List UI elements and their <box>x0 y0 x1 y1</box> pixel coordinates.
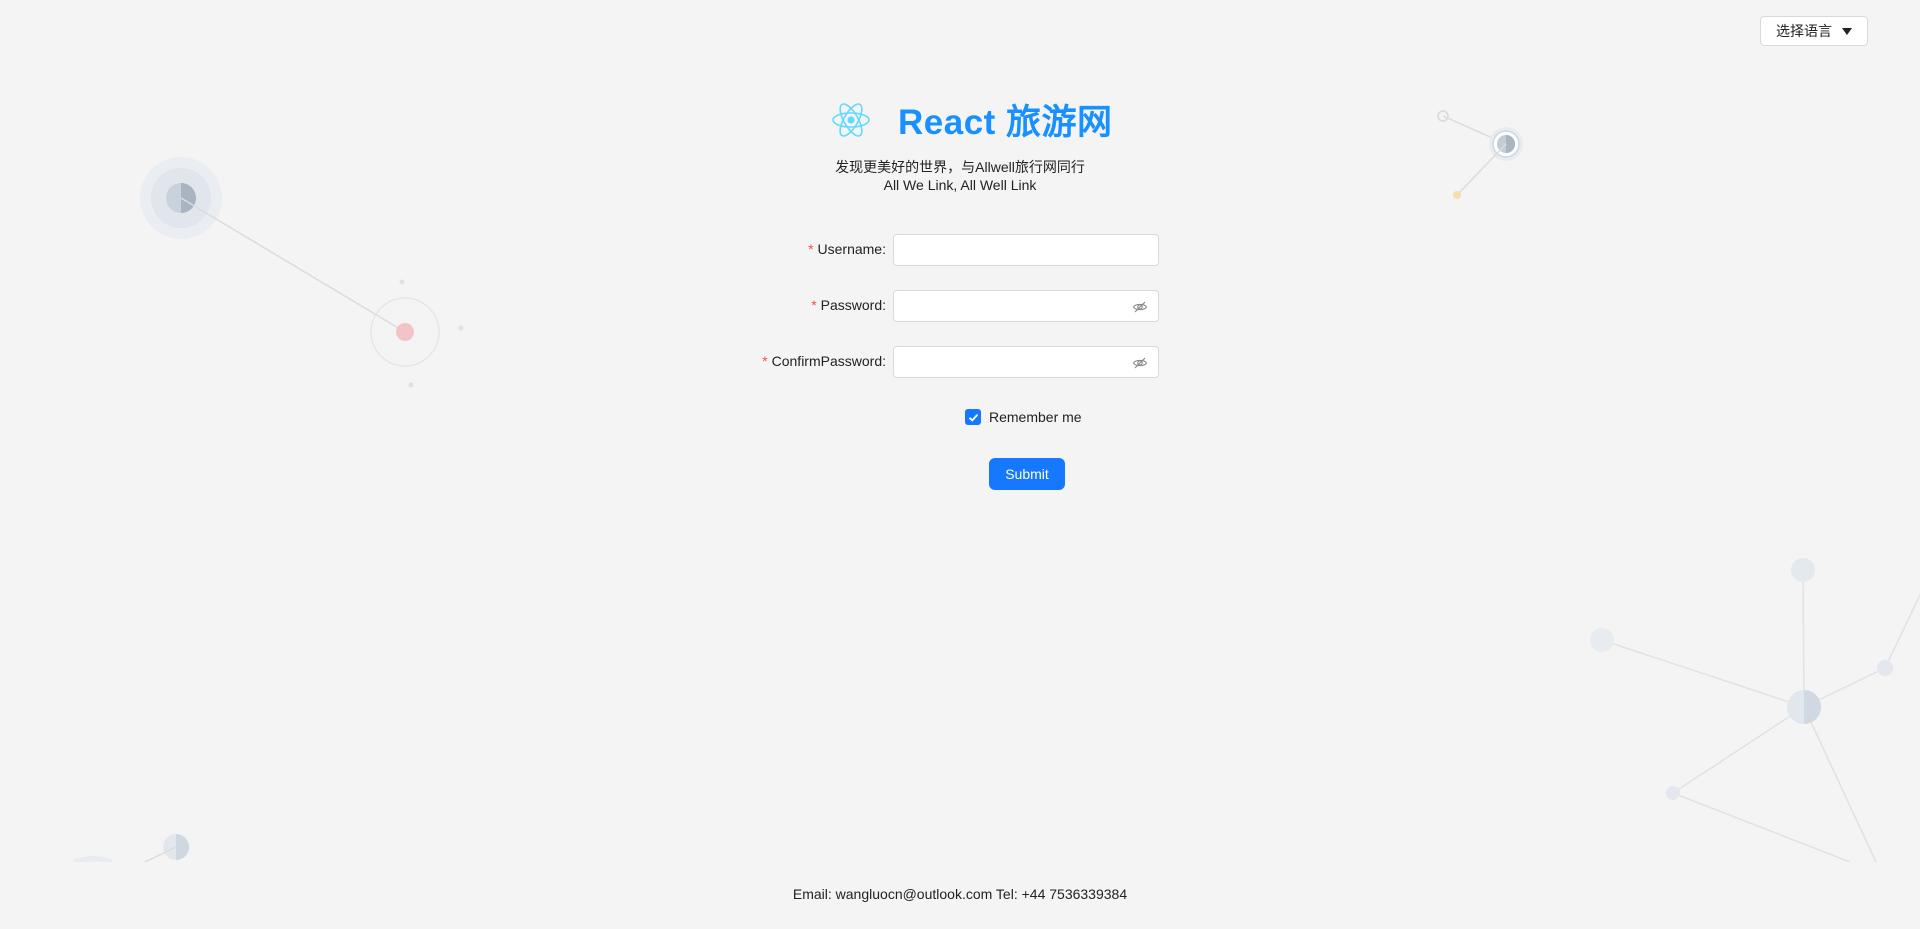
required-asterisk: * <box>808 241 814 257</box>
slogan-english: All We Link, All Well Link <box>883 177 1037 193</box>
remember-me-label: Remember me <box>989 409 1082 425</box>
password-field-wrapper <box>893 290 1159 322</box>
eye-invisible-icon[interactable] <box>1132 299 1148 315</box>
remember-me[interactable]: Remember me <box>965 409 1082 425</box>
checkmark-icon <box>968 413 978 422</box>
required-asterisk: * <box>811 297 817 313</box>
eye-invisible-icon[interactable] <box>1132 355 1148 371</box>
react-atom-icon <box>832 102 870 137</box>
required-asterisk: * <box>762 353 768 369</box>
confirm-password-input[interactable] <box>894 347 1136 377</box>
password-input[interactable] <box>894 291 1136 321</box>
submit-button[interactable]: Submit <box>989 458 1065 490</box>
remember-me-checkbox[interactable] <box>965 409 981 425</box>
register-page: 选择语言 React 旅游网 发现更美好的世界，与Allwell旅行网同行 Al… <box>0 0 1920 929</box>
footer-contact: Email: wangluocn@outlook.com Tel: +44 75… <box>792 886 1128 902</box>
slogan-chinese: 发现更美好的世界，与Allwell旅行网同行 <box>835 159 1085 175</box>
username-field-wrapper <box>893 234 1159 266</box>
brand-header: React 旅游网 <box>830 94 1113 145</box>
caret-down-icon <box>1842 27 1852 35</box>
site-title: React 旅游网 <box>898 103 1113 142</box>
language-dropdown-label: 选择语言 <box>1776 23 1832 39</box>
confirm-password-label: * ConfirmPassword: <box>762 353 886 369</box>
language-dropdown[interactable]: 选择语言 <box>1760 16 1868 46</box>
username-input[interactable] <box>894 235 1136 265</box>
password-label: * Password: <box>811 297 886 313</box>
username-label: * Username: <box>808 241 886 257</box>
confirm-password-field-wrapper <box>893 346 1159 378</box>
